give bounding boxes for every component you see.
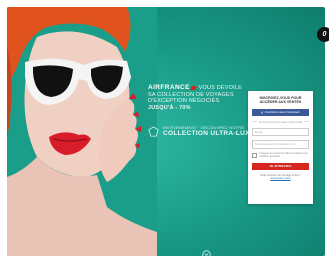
scroll-down-icon[interactable] xyxy=(202,250,211,256)
newsletter-consent: J'accepte de recevoir les offres exclusi… xyxy=(252,152,309,159)
login-link[interactable]: Connectez-vous xyxy=(270,176,290,181)
promo-text: AIRFRANCE VOUS DÉVOILE SA COLLECTION DE … xyxy=(148,84,258,111)
collection-banner: EN ÉVÈNEMENT · DÉCOUVREZ NOTRE COLLECTIO… xyxy=(148,125,254,137)
facebook-signup-label: Inscription avec Facebook xyxy=(264,110,300,115)
facebook-icon: f xyxy=(261,109,263,115)
collection-title: COLLECTION ULTRA-LUXE xyxy=(163,130,255,137)
landing-page: AIRFRANCE VOUS DÉVOILE SA COLLECTION DE … xyxy=(7,7,325,256)
promo-discount: JUSQU'À - 70% xyxy=(148,104,191,111)
email-field[interactable]: Email xyxy=(252,127,309,137)
newsletter-consent-text: J'accepte de recevoir les offres exclusi… xyxy=(259,152,308,158)
login-prompt: Déjà membre de Voyage Privé ? Connectez-… xyxy=(252,173,309,181)
notification-badge: 0 xyxy=(317,27,329,42)
airfrance-logo: AIRFRANCE xyxy=(148,84,190,91)
signup-submit-button[interactable]: JE M'INSCRIS xyxy=(252,162,309,170)
collection-subtitle: EN ÉVÈNEMENT · DÉCOUVREZ NOTRE xyxy=(163,125,245,130)
signup-title: INSCRIVEZ-VOUS POUR ACCÉDER AUX VENTES xyxy=(252,96,309,105)
airfrance-logo-mark xyxy=(190,85,197,90)
or-divider: ou inscrivez-vous avec votre email xyxy=(252,120,309,124)
signup-title-line-2: ACCÉDER AUX VENTES xyxy=(259,100,302,105)
newsletter-checkbox[interactable] xyxy=(252,152,257,158)
signup-card: INSCRIVEZ-VOUS POUR ACCÉDER AUX VENTES f… xyxy=(248,91,313,204)
promo-line-1: VOUS DÉVOILE xyxy=(198,85,242,91)
diamond-icon xyxy=(148,125,159,136)
password-field[interactable]: Mot de passe (6 caractères min.) xyxy=(252,140,309,149)
facebook-signup-button[interactable]: f Inscription avec Facebook xyxy=(252,108,309,116)
or-divider-text: ou inscrivez-vous avec votre email xyxy=(259,119,302,124)
hero-image xyxy=(7,7,157,256)
